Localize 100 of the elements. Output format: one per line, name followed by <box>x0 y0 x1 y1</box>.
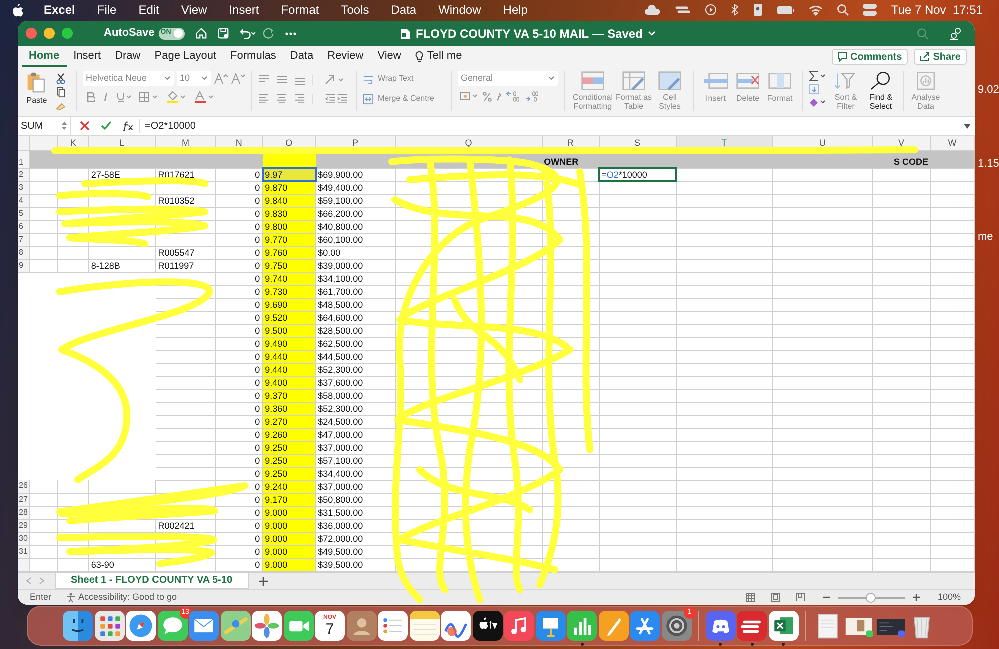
paste-button[interactable]: Paste <box>22 71 52 111</box>
add-sheet-icon[interactable] <box>258 576 268 586</box>
column-header[interactable]: V <box>872 136 930 150</box>
menu-item[interactable]: Tools <box>341 1 370 19</box>
menu-item[interactable]: Insert <box>229 1 260 19</box>
check-icon[interactable] <box>101 121 112 131</box>
column-header[interactable]: P <box>316 136 396 150</box>
row-number[interactable]: 29 <box>18 519 30 532</box>
apple-logo-icon[interactable] <box>12 3 24 17</box>
decrease-decimal-icon[interactable] <box>525 91 539 102</box>
control-centre-icon[interactable] <box>863 4 878 16</box>
ribbon-tab[interactable]: Data <box>283 48 321 67</box>
search-icon[interactable] <box>837 4 850 16</box>
menu-item[interactable]: Format <box>281 1 320 19</box>
font-colour-icon[interactable] <box>195 91 215 103</box>
app-menu[interactable]: Excel <box>44 1 76 19</box>
page-break-icon[interactable] <box>796 593 805 602</box>
undo-icon[interactable] <box>238 27 257 40</box>
ribbon-tab[interactable]: Draw <box>108 48 148 67</box>
people-icon[interactable] <box>949 26 963 40</box>
eraser-icon[interactable] <box>809 97 827 108</box>
sheet-tab[interactable]: Sheet 1 - FLOYD COUNTY VA 5-10 <box>55 573 249 589</box>
borders-icon[interactable] <box>139 92 159 102</box>
row-number[interactable]: 6 <box>18 220 30 233</box>
font-size-dropdown[interactable]: 10 <box>177 71 211 86</box>
number-format-dropdown[interactable]: General <box>458 71 558 86</box>
column-header[interactable]: W <box>930 136 974 150</box>
formula-field[interactable]: =O2*10000 <box>145 118 196 134</box>
comma-style-icon[interactable] <box>497 92 501 100</box>
menu-item[interactable]: View <box>181 1 208 19</box>
zoom-out-icon[interactable] <box>822 594 830 601</box>
wifi-icon[interactable] <box>809 4 824 16</box>
ribbon-tab[interactable]: Tell me <box>408 48 470 67</box>
badge-icon[interactable] <box>753 4 764 16</box>
increase-font-icon[interactable] <box>214 72 228 84</box>
normal-view-icon[interactable] <box>746 593 755 602</box>
percent-icon[interactable] <box>483 92 492 102</box>
ribbon-tab[interactable]: Page Layout <box>148 48 224 67</box>
ribbon-tab[interactable]: Formulas <box>224 48 284 67</box>
ribbon-tab[interactable]: Review <box>320 48 371 67</box>
currency-icon[interactable] <box>460 91 478 102</box>
accessibility-status[interactable]: Accessibility: Good to go <box>78 590 178 604</box>
align-middle-icon[interactable] <box>276 74 288 86</box>
comments-button[interactable]: Comments <box>832 49 908 65</box>
menu-item[interactable]: Help <box>503 1 528 19</box>
column-header[interactable]: O <box>262 136 316 150</box>
bluetooth-icon[interactable] <box>731 4 740 16</box>
column-header[interactable]: M <box>156 136 216 150</box>
accessibility-icon[interactable] <box>66 592 76 602</box>
app-status-icon[interactable] <box>675 4 692 16</box>
share-button[interactable]: Share <box>914 49 967 65</box>
ribbon-tab[interactable]: Insert <box>66 48 108 67</box>
function-icon[interactable] <box>122 120 135 132</box>
column-header[interactable]: U <box>772 136 873 150</box>
zoom-button[interactable] <box>62 28 73 39</box>
row-number[interactable]: 7 <box>18 233 30 246</box>
ribbon-tab[interactable]: View <box>370 48 408 67</box>
find-select-button[interactable]: Find & Select <box>865 71 897 111</box>
zoom-in-icon[interactable] <box>912 594 920 601</box>
font-dropdown[interactable]: Helvetica Neue <box>83 71 174 86</box>
row-number[interactable]: 27 <box>18 493 30 506</box>
bold-icon[interactable] <box>87 92 95 102</box>
indent-icon[interactable] <box>324 94 350 104</box>
dock-app-icon[interactable] <box>472 611 502 641</box>
minimise-button[interactable] <box>44 28 55 39</box>
underline-icon[interactable] <box>117 92 131 102</box>
column-header[interactable]: R <box>542 136 600 150</box>
battery-icon[interactable] <box>777 6 796 14</box>
scissors-icon[interactable] <box>56 73 66 84</box>
column-header[interactable]: S <box>599 136 676 150</box>
more-icon[interactable] <box>284 32 297 36</box>
align-centre-icon[interactable] <box>276 94 288 104</box>
menu-item[interactable]: Window <box>438 1 482 19</box>
cloud-icon[interactable] <box>643 5 662 15</box>
column-header[interactable]: N <box>216 136 263 150</box>
row-number[interactable]: 8 <box>18 246 30 259</box>
dock-app-icon[interactable] <box>63 611 93 641</box>
decrease-font-icon[interactable] <box>231 72 245 84</box>
row-number[interactable]: 28 <box>18 506 30 519</box>
orientation-icon[interactable] <box>324 74 346 86</box>
column-header[interactable]: L <box>88 136 156 150</box>
row-number[interactable]: 9 <box>18 259 30 272</box>
menu-item[interactable]: File <box>97 1 117 19</box>
expand-icon[interactable] <box>964 124 971 128</box>
zoom-slider-thumb[interactable] <box>866 592 876 602</box>
name-box[interactable]: SUM <box>18 117 71 135</box>
fill-colour-icon[interactable] <box>167 91 187 103</box>
play-icon[interactable] <box>705 4 718 16</box>
editing-cell[interactable]: =O2*10000 <box>599 168 676 181</box>
row-number[interactable]: 5 <box>18 207 30 220</box>
clock[interactable]: Tue 7 Nov 17:51 <box>891 1 983 19</box>
row-number[interactable]: 26 <box>18 480 30 493</box>
stepper-icon[interactable] <box>62 121 67 131</box>
menu-item[interactable]: Edit <box>138 1 160 19</box>
save-icon[interactable] <box>216 27 230 40</box>
window-title[interactable]: FLOYD COUNTY VA 5-10 MAIL — Saved <box>416 24 643 42</box>
chevron-down-icon[interactable] <box>164 76 171 81</box>
align-left-icon[interactable] <box>258 94 270 104</box>
cancel-icon[interactable] <box>80 121 90 131</box>
page-layout-icon[interactable] <box>770 593 780 602</box>
